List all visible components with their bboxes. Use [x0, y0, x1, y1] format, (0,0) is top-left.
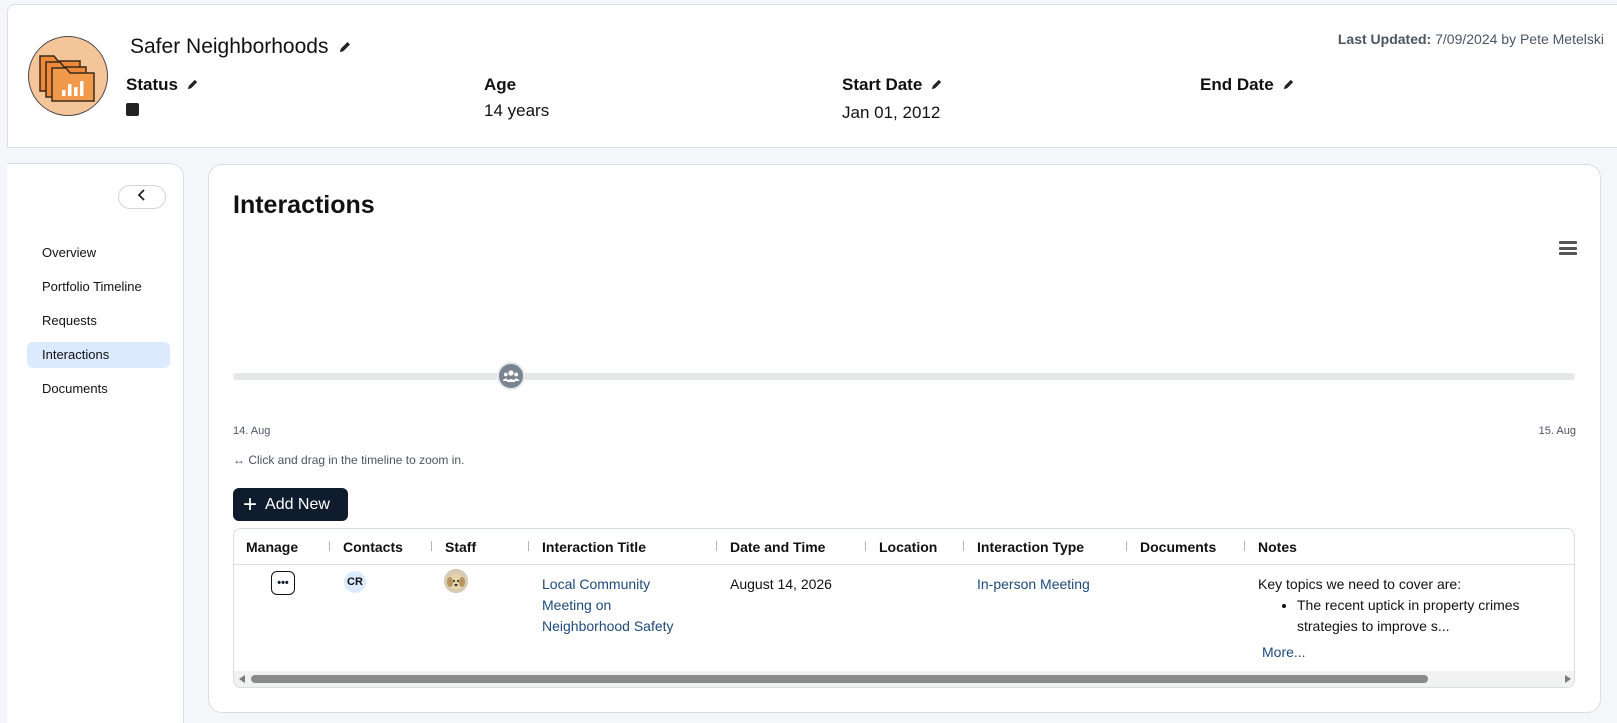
table-header: Manage Contacts Staff Interaction Title …: [234, 529, 1574, 565]
interaction-type-link[interactable]: In-person Meeting: [977, 574, 1090, 595]
scrollbar-thumb[interactable]: [251, 675, 1428, 683]
column-header-contacts[interactable]: Contacts: [329, 529, 403, 565]
edit-status-pencil-icon[interactable]: [186, 78, 200, 92]
collapse-sidebar-button[interactable]: [118, 185, 166, 209]
sidebar-item-portfolio-timeline[interactable]: Portfolio Timeline: [27, 274, 170, 300]
start-date-label: Start Date: [842, 75, 923, 94]
start-date-field: Start Date Jan 01, 2012: [842, 75, 944, 123]
chevron-left-icon: [137, 188, 147, 206]
end-date-field: End Date: [1200, 75, 1296, 95]
column-header-location[interactable]: Location: [865, 529, 937, 565]
sidebar-nav: Overview Portfolio Timeline Requests Int…: [27, 240, 170, 410]
last-updated-label: Last Updated:: [1337, 31, 1432, 47]
chart-menu-icon[interactable]: [1559, 241, 1577, 255]
start-date-value: Jan 01, 2012: [842, 103, 941, 122]
age-value: 14 years: [484, 101, 550, 120]
timeline-start-label: 14. Aug: [233, 425, 271, 437]
age-label: Age: [484, 75, 517, 94]
horizontal-scrollbar[interactable]: [234, 671, 1574, 687]
timeline-zoom-hint: ↔ Click and drag in the timeline to zoom…: [233, 453, 465, 467]
page-title: Interactions: [233, 191, 375, 219]
add-new-button[interactable]: + Add New: [233, 488, 348, 521]
edit-start-date-pencil-icon[interactable]: [930, 78, 944, 92]
age-field: Age 14 years: [484, 75, 549, 121]
column-header-interaction-type[interactable]: Interaction Type: [963, 529, 1084, 565]
notes-list: The recent uptick in property crimes str…: [1297, 595, 1574, 637]
interactions-table: Manage Contacts Staff Interaction Title …: [233, 528, 1575, 688]
staff-avatar[interactable]: [444, 569, 468, 593]
scroll-left-arrow-icon[interactable]: [239, 675, 245, 683]
project-header: Safer Neighborhoods Last Updated: 7/09/2…: [7, 4, 1617, 148]
interactions-card: Interactions 14. Aug 15. Aug ↔ Click and…: [208, 164, 1601, 713]
status-color-chip: [126, 103, 139, 116]
contact-avatar[interactable]: CR: [344, 571, 366, 593]
status-field: Status: [126, 75, 200, 116]
plus-icon: +: [243, 490, 258, 518]
column-header-manage[interactable]: Manage: [246, 529, 298, 565]
sidebar-item-requests[interactable]: Requests: [27, 308, 170, 334]
edit-end-date-pencil-icon[interactable]: [1282, 78, 1296, 92]
column-header-documents[interactable]: Documents: [1126, 529, 1216, 565]
sidebar-item-interactions[interactable]: Interactions: [27, 342, 170, 368]
end-date-label: End Date: [1200, 75, 1274, 94]
project-title: Safer Neighborhoods: [130, 35, 329, 58]
title-row: Safer Neighborhoods: [130, 35, 352, 59]
scroll-right-arrow-icon[interactable]: [1565, 675, 1571, 683]
sidebar-item-documents[interactable]: Documents: [27, 376, 170, 402]
notes-bullet: The recent uptick in property crimes str…: [1297, 595, 1574, 637]
notes-cell: Key topics we need to cover are: The rec…: [1258, 574, 1574, 637]
add-new-label: Add New: [265, 495, 330, 513]
column-header-staff[interactable]: Staff: [431, 529, 476, 565]
last-updated: Last Updated: 7/09/2024 by Pete Metelski: [1338, 31, 1604, 47]
status-label: Status: [126, 75, 178, 94]
meeting-group-icon[interactable]: [497, 362, 525, 390]
edit-title-pencil-icon[interactable]: [338, 40, 352, 54]
row-actions-ellipsis-icon[interactable]: •••: [271, 571, 295, 595]
notes-more-link[interactable]: More...: [1262, 644, 1306, 660]
interaction-title-link[interactable]: Local Community Meeting on Neighborhood …: [542, 574, 674, 637]
column-header-notes[interactable]: Notes: [1244, 529, 1297, 565]
sidebar-item-overview[interactable]: Overview: [27, 240, 170, 266]
project-logo-icon: [28, 36, 108, 116]
last-updated-value: 7/09/2024 by Pete Metelski: [1435, 31, 1604, 47]
column-header-date-time[interactable]: Date and Time: [716, 529, 825, 565]
column-header-interaction-title[interactable]: Interaction Title: [528, 529, 646, 565]
sidebar: Overview Portfolio Timeline Requests Int…: [7, 163, 184, 723]
timeline-track[interactable]: [233, 373, 1575, 380]
notes-intro: Key topics we need to cover are:: [1258, 576, 1462, 592]
page: Safer Neighborhoods Last Updated: 7/09/2…: [0, 0, 1617, 723]
date-time-cell: August 14, 2026: [730, 576, 832, 592]
timeline-end-label: 15. Aug: [1538, 425, 1576, 437]
